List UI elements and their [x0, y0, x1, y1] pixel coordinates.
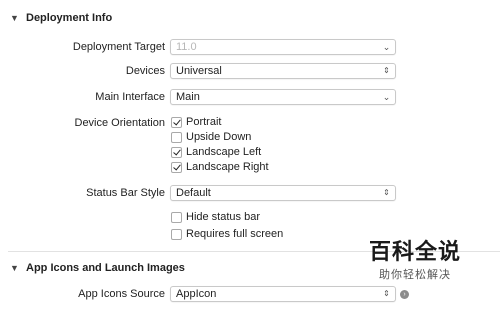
checkbox-label: Requires full screen: [186, 228, 284, 240]
chevron-down-icon[interactable]: ⌄: [382, 91, 391, 103]
section-title: Deployment Info: [26, 12, 113, 24]
devices-label: Devices: [125, 65, 165, 77]
watermark: 百科全说 助你轻松解决: [360, 234, 470, 282]
devices-value: Universal: [176, 65, 222, 77]
status-bar-style-popup[interactable]: Default ⇕: [170, 185, 396, 201]
checkbox-unchecked-icon[interactable]: [171, 228, 182, 240]
main-interface-value: Main: [176, 91, 200, 103]
checkbox-label: Hide status bar: [186, 211, 260, 223]
app-icons-source-popup[interactable]: AppIcon ⇕: [170, 286, 396, 302]
deployment-target-value: 11.0: [176, 41, 197, 53]
app-icons-source-label: App Icons Source: [78, 288, 165, 300]
checkbox-unchecked-icon[interactable]: [171, 131, 182, 143]
section-title: App Icons and Launch Images: [26, 262, 185, 274]
disclosure-triangle-icon[interactable]: ▼: [10, 13, 19, 23]
checkbox-checked-icon[interactable]: [171, 161, 182, 173]
up-down-arrows-icon: ⇕: [383, 188, 390, 197]
device-orientation-label: Device Orientation: [74, 117, 166, 129]
orientation-landscape-left-checkbox[interactable]: Landscape Left: [171, 145, 261, 159]
checkbox-label: Portrait: [186, 116, 222, 128]
deployment-target-label: Deployment Target: [72, 41, 165, 53]
status-bar-style-value: Default: [176, 187, 211, 199]
orientation-portrait-checkbox[interactable]: Portrait: [171, 115, 221, 129]
arrow-circle-icon[interactable]: ›: [400, 290, 409, 299]
checkbox-checked-icon[interactable]: [171, 146, 182, 158]
watermark-title: 百科全说: [368, 239, 461, 264]
deployment-target-combobox[interactable]: 11.0 ⌄: [170, 39, 396, 55]
up-down-arrows-icon: ⇕: [383, 289, 390, 298]
disclosure-triangle-icon[interactable]: ▼: [10, 263, 19, 273]
checkbox-unchecked-icon[interactable]: [171, 211, 182, 223]
up-down-arrows-icon: ⇕: [383, 66, 390, 75]
deployment-info-section: ▼ Deployment Info Deployment Target 11.0…: [0, 0, 500, 250]
main-interface-combobox[interactable]: Main ⌄: [170, 89, 396, 105]
devices-popup[interactable]: Universal ⇕: [170, 63, 396, 79]
chevron-down-icon[interactable]: ⌄: [382, 41, 391, 53]
orientation-upside-down-checkbox[interactable]: Upside Down: [171, 130, 251, 144]
app-icons-source-value: AppIcon: [176, 288, 217, 300]
status-bar-style-label: Status Bar Style: [86, 187, 165, 199]
checkbox-label: Landscape Left: [186, 146, 262, 158]
watermark-subtitle: 助你轻松解决: [379, 269, 451, 281]
orientation-landscape-right-checkbox[interactable]: Landscape Right: [171, 160, 269, 174]
main-interface-label: Main Interface: [95, 91, 165, 103]
checkbox-label: Landscape Right: [186, 161, 269, 173]
requires-full-screen-checkbox[interactable]: Requires full screen: [171, 227, 283, 241]
checkbox-label: Upside Down: [186, 131, 252, 143]
checkbox-checked-icon[interactable]: [171, 116, 182, 128]
hide-status-bar-checkbox[interactable]: Hide status bar: [171, 210, 260, 224]
